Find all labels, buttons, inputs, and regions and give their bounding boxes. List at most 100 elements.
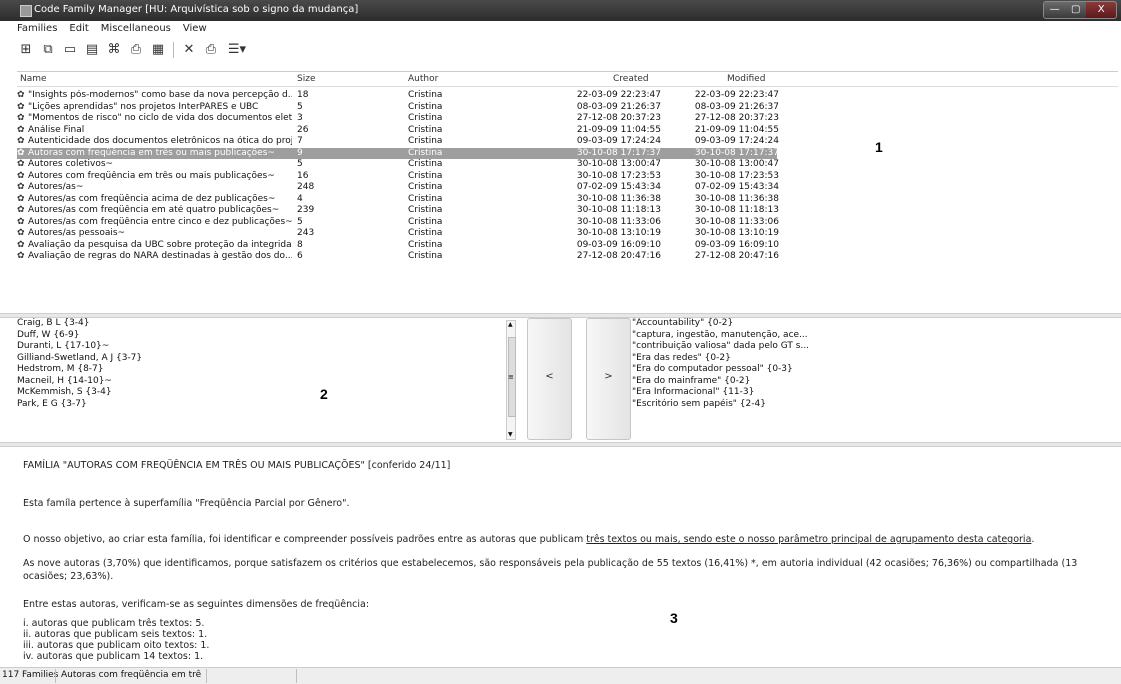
family-comment-editor[interactable]: FAMÍLIA "AUTORAS COM FREQÜÊNCIA EM TRÊS … <box>17 447 1118 665</box>
table-row[interactable]: ✿ "Insights pós-modernos" como base da no… <box>17 90 779 101</box>
menu-miscellaneous[interactable]: Miscellaneous <box>101 22 171 36</box>
column-header-modified[interactable]: Modified <box>727 74 765 84</box>
remove-member-button[interactable]: > <box>586 318 631 440</box>
row-author: Cristina <box>408 147 443 158</box>
menu-bar: Families Edit Miscellaneous View <box>17 22 219 36</box>
table-row[interactable]: ✿ Avaliação de regras do NARA destinadas … <box>17 251 779 262</box>
row-author: Cristina <box>408 113 443 123</box>
row-name: "Momentos de risco" no ciclo de vida dos… <box>28 113 292 123</box>
delete-icon[interactable]: ✕ <box>180 42 198 58</box>
table-row[interactable]: ✿ Análise Final 26 Cristina 21-09-09 11:04:5… <box>17 124 779 136</box>
annotation-marker-3: 3 <box>670 610 678 626</box>
menu-families[interactable]: Families <box>17 22 57 36</box>
list-item[interactable]: "Era das redes" {0-2} <box>632 353 1102 365</box>
new-family-icon[interactable]: ⊞ <box>17 42 35 58</box>
row-name: Avaliação da pesquisa da UBC sobre prote… <box>28 239 292 250</box>
list-item[interactable]: "Era Informacional" {11-3} <box>632 387 1102 399</box>
table-row[interactable]: ✿ Avaliação da pesquisa da UBC sobre prot… <box>17 239 779 251</box>
menu-view[interactable]: View <box>183 22 207 36</box>
list-item[interactable]: Park, E G {3-7} <box>17 399 517 411</box>
list-item[interactable]: Duranti, L {17-10}~ <box>17 341 517 353</box>
list-item[interactable]: McKemmish, S {3-4} <box>17 387 517 399</box>
status-divider <box>206 669 207 683</box>
list-item[interactable]: Macneil, H {14-10}~ <box>17 376 517 388</box>
list-item[interactable]: Gilliand-Swetland, A J {3-7} <box>17 353 517 365</box>
list-item[interactable]: "captura, ingestão, manutenção, ace... <box>632 330 1102 342</box>
print-icon[interactable]: ⎙ <box>202 42 220 58</box>
comment-paragraph: Entre estas autoras, verificam-se as seg… <box>23 599 370 610</box>
column-header-created[interactable]: Created <box>613 74 649 84</box>
row-name: Autoras com freqüência em três ou mais p… <box>28 147 275 158</box>
row-name: Autores/as com freqüência acima de dez p… <box>28 193 276 204</box>
list-item[interactable]: "Accountability" {0-2} <box>632 318 1102 330</box>
list-item[interactable]: "Era do mainframe" {0-2} <box>632 376 1102 388</box>
row-created: 08-03-09 21:26:37 <box>576 101 661 112</box>
row-name: "Insights pós-modernos" como base da nov… <box>28 90 292 100</box>
row-created: 22-03-09 22:23:47 <box>576 90 661 100</box>
row-modified: 09-03-09 17:24:24 <box>694 136 779 146</box>
table-row[interactable]: ✿ Autores/as~ 248 Cristina 07-02-09 15:43:34… <box>17 182 779 193</box>
table-row[interactable]: ✿ Autores coletivos~ 5 Cristina 30-10-08 13:… <box>17 159 779 170</box>
copy-family-icon[interactable]: ⧉ <box>39 42 57 58</box>
close-button[interactable]: X <box>1086 2 1116 18</box>
table-row[interactable]: ✿ Autoras com freqüência em três ou mais … <box>17 147 779 159</box>
arrow-right-icon: > <box>604 371 613 382</box>
families-table: Name Size Author Created Modified ✿ "Insi… <box>17 71 1118 314</box>
table-row[interactable]: ✿ Autores/as com freqüência entre cinco e… <box>17 216 779 228</box>
row-created: 09-03-09 16:09:10 <box>576 239 661 250</box>
table-row[interactable]: ✿ "Lições aprendidas" nos projetos InterP… <box>17 101 779 113</box>
menu-edit[interactable]: Edit <box>69 22 88 36</box>
row-created: 30-10-08 11:33:06 <box>576 216 661 227</box>
list-options-icon[interactable]: ☰▾ <box>224 42 250 58</box>
family-icon: ✿ <box>17 90 25 100</box>
add-member-button[interactable]: < <box>527 318 572 440</box>
table-row[interactable]: ✿ "Momentos de risco" no ciclo de vida do… <box>17 113 779 124</box>
scroll-up-icon[interactable]: ▲ <box>508 321 513 329</box>
maximize-button[interactable]: ▢ <box>1065 2 1086 18</box>
table-row[interactable]: ✿ Autores/as com freqüência acima de dez … <box>17 193 779 205</box>
row-name-cell: ✿ Autores coletivos~ <box>17 159 292 170</box>
status-divider <box>296 669 297 683</box>
list-item[interactable]: "Escritório sem papéis" {2-4} <box>632 399 1102 411</box>
row-name: Autores/as com freqüência em até quatro … <box>28 205 280 215</box>
row-modified: 27-12-08 20:47:16 <box>694 251 779 261</box>
row-created: 30-10-08 13:00:47 <box>576 159 661 169</box>
list-item[interactable]: "contribuição valiosa" dada pelo GT s... <box>632 341 1102 353</box>
row-modified: 30-10-08 11:36:38 <box>694 193 779 204</box>
row-created: 30-10-08 11:36:38 <box>576 193 661 204</box>
column-header-size[interactable]: Size <box>297 74 315 84</box>
output-icon[interactable]: ⎙ <box>127 42 145 58</box>
document-icon[interactable]: ▤ <box>83 42 101 58</box>
scroll-down-icon[interactable]: ▼ <box>508 431 513 439</box>
table-row[interactable]: ✿ Autores/as com freqüência em até quatro… <box>17 205 779 216</box>
report-icon[interactable]: ▦ <box>149 42 167 58</box>
row-modified: 21-09-09 11:04:55 <box>694 124 779 135</box>
row-size: 6 <box>297 251 303 261</box>
network-icon[interactable]: ⌘ <box>105 42 123 58</box>
table-row[interactable]: ✿ Autenticidade dos documentos eletrônico… <box>17 136 779 147</box>
row-created: 30-10-08 11:18:13 <box>576 205 661 215</box>
table-header: Name Size Author Created Modified <box>17 72 1118 87</box>
list-item[interactable]: Duff, W {6-9} <box>17 330 517 342</box>
list-item[interactable]: Hedstrom, M {8-7} <box>17 364 517 376</box>
row-name-cell: ✿ Autores/as~ <box>17 182 292 193</box>
family-icon: ✿ <box>17 205 25 215</box>
window-icon[interactable]: ▭ <box>61 42 79 58</box>
member-list-scrollbar[interactable]: ▲ ≡ ▼ <box>506 320 516 440</box>
row-name: Autores/as~ <box>28 182 84 192</box>
column-header-name[interactable]: Name <box>20 74 47 84</box>
family-icon: ✿ <box>17 101 25 112</box>
row-author: Cristina <box>408 251 443 261</box>
toolbar: ⊞ ⧉ ▭ ▤ ⌘ ⎙ ▦ ✕ ⎙ ☰▾ <box>17 37 254 63</box>
row-name-cell: ✿ Autores com freqüência em três ou mais … <box>17 171 292 182</box>
minimize-button[interactable]: — <box>1044 2 1065 18</box>
table-row[interactable]: ✿ Autores/as pessoais~ 243 Cristina 30-10-08… <box>17 228 779 239</box>
list-item[interactable]: "Era do computador pessoal" {0-3} <box>632 364 1102 376</box>
family-icon: ✿ <box>17 170 25 181</box>
column-header-author[interactable]: Author <box>408 74 438 84</box>
row-created: 30-10-08 17:23:53 <box>576 170 661 181</box>
window-title: Code Family Manager [HU: Arquivística so… <box>34 4 359 15</box>
list-item[interactable]: Craig, B L {3-4} <box>17 318 517 330</box>
row-modified: 30-10-08 13:00:47 <box>694 159 779 169</box>
table-row[interactable]: ✿ Autores com freqüência em três ou mais … <box>17 170 779 182</box>
